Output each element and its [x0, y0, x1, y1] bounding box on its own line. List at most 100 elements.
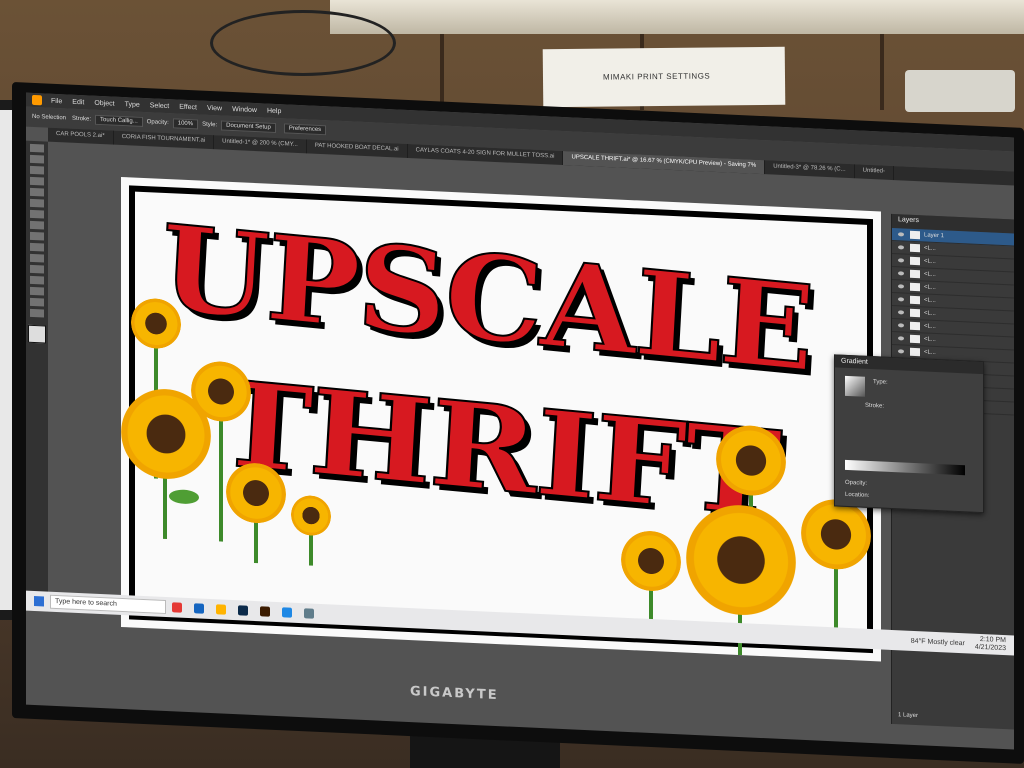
- zoom-tool-icon[interactable]: [30, 308, 44, 318]
- visibility-eye-icon[interactable]: [898, 297, 904, 302]
- gradient-type-label: Type:: [873, 379, 888, 386]
- gradient-panel: Gradient Type: Stroke: Opacity: Location…: [834, 354, 984, 514]
- pen-tool-icon[interactable]: [30, 165, 44, 175]
- sunflower-head: [131, 297, 181, 350]
- visibility-eye-icon[interactable]: [898, 336, 904, 341]
- photoshop-icon[interactable]: [238, 605, 248, 616]
- visibility-eye-icon[interactable]: [898, 232, 904, 237]
- selection-status: No Selection: [32, 113, 67, 122]
- layer-name: Layer 1: [924, 232, 945, 240]
- menu-file[interactable]: File: [51, 97, 62, 105]
- sunflower-head: [191, 360, 251, 423]
- menu-select[interactable]: Select: [150, 102, 169, 110]
- document-setup-button[interactable]: Document Setup: [221, 120, 276, 133]
- pencil-tool-icon[interactable]: [30, 220, 44, 230]
- fill-stroke-swatch[interactable]: [28, 324, 46, 344]
- selection-tool-icon[interactable]: [30, 143, 44, 153]
- illustrator-icon[interactable]: [260, 606, 270, 617]
- layers-count: 1 Layer: [898, 712, 919, 720]
- rectangle-tool-icon[interactable]: [30, 198, 44, 208]
- system-tray: 84°F Mostly clear 2:10 PM 4/21/2023: [911, 633, 1006, 653]
- sunflower: [801, 497, 871, 641]
- sunflower-head: [226, 461, 286, 525]
- menu-help[interactable]: Help: [267, 107, 281, 115]
- taskbar-search[interactable]: Type here to search: [50, 594, 166, 614]
- taskbar-app-icon[interactable]: [282, 607, 292, 618]
- visibility-eye-icon[interactable]: [898, 323, 904, 328]
- layer-thumbnail: [910, 230, 920, 240]
- sublayer-name: <L...: [924, 258, 936, 265]
- menu-object[interactable]: Object: [94, 99, 114, 107]
- settings-gear-icon[interactable]: [304, 608, 314, 619]
- visibility-eye-icon[interactable]: [898, 258, 904, 263]
- preferences-button[interactable]: Preferences: [283, 123, 327, 136]
- sublayer-name: <L...: [924, 271, 936, 278]
- sunflower-head: [621, 529, 681, 593]
- scale-tool-icon[interactable]: [30, 253, 44, 263]
- layer-thumbnail: [910, 269, 920, 279]
- clock-date: 4/21/2023: [974, 643, 1006, 653]
- sunflower-head: [801, 497, 871, 572]
- illustrator-window: File Edit Object Type Select Effect View…: [26, 92, 1014, 750]
- edge-icon[interactable]: [194, 603, 204, 614]
- cable: [210, 10, 396, 76]
- layer-thumbnail: [910, 334, 920, 344]
- artboard[interactable]: UPSCALE THRIFT: [121, 176, 881, 662]
- menu-window[interactable]: Window: [232, 105, 257, 113]
- sublayer-name: <L...: [924, 297, 936, 304]
- tab-untitled-1[interactable]: Untitled-1* @ 200 % (CMY...: [214, 135, 307, 154]
- menu-view[interactable]: View: [207, 104, 222, 112]
- menu-edit[interactable]: Edit: [72, 98, 84, 106]
- chrome-icon[interactable]: [172, 602, 182, 613]
- menu-effect[interactable]: Effect: [179, 103, 197, 111]
- layer-thumbnail: [910, 243, 920, 253]
- wall-thermostat: [905, 70, 1015, 112]
- tab-untitled-3[interactable]: Untitled-3* @ 78.26 % (C...: [765, 160, 855, 179]
- visibility-eye-icon[interactable]: [898, 245, 904, 250]
- gradient-tool-icon[interactable]: [30, 275, 44, 285]
- clock[interactable]: 2:10 PM 4/21/2023: [975, 636, 1006, 653]
- width-tool-icon[interactable]: [30, 264, 44, 274]
- type-tool-icon[interactable]: [30, 176, 44, 186]
- layer-thumbnail: [910, 256, 920, 266]
- opacity-field[interactable]: 100%: [172, 118, 199, 130]
- sunflower: [621, 529, 681, 633]
- visibility-eye-icon[interactable]: [898, 310, 904, 315]
- visibility-eye-icon[interactable]: [898, 349, 904, 354]
- gradient-slider[interactable]: [845, 459, 965, 476]
- sublayer-name: <L...: [924, 284, 936, 291]
- sunflower-head: [716, 423, 786, 498]
- sublayer-name: <L...: [924, 336, 936, 343]
- sublayer-name: <L...: [924, 310, 936, 317]
- wall-note-text: MIMAKI PRINT SETTINGS: [602, 71, 711, 82]
- sunflower-stem: [219, 411, 223, 542]
- file-explorer-icon[interactable]: [216, 604, 226, 615]
- tab-car-pools[interactable]: CAR POOLS 2.ai*: [48, 127, 114, 145]
- weather-status[interactable]: 84°F Mostly clear: [911, 637, 965, 646]
- eraser-tool-icon[interactable]: [30, 231, 44, 241]
- layer-thumbnail: [910, 308, 920, 318]
- hand-tool-icon[interactable]: [30, 297, 44, 307]
- menu-type[interactable]: Type: [125, 101, 140, 109]
- gradient-opacity-label: Opacity:: [845, 479, 868, 487]
- gradient-location-label: Location:: [845, 491, 870, 499]
- line-tool-icon[interactable]: [30, 187, 44, 197]
- sunflower: [291, 494, 331, 567]
- eyedropper-tool-icon[interactable]: [30, 286, 44, 296]
- opacity-label: Opacity:: [146, 119, 169, 127]
- brush-dropdown[interactable]: Touch Callig...: [95, 114, 143, 127]
- gradient-swatch[interactable]: [845, 375, 865, 397]
- windows-start-icon[interactable]: [34, 595, 44, 607]
- visibility-eye-icon[interactable]: [898, 271, 904, 276]
- sublayer-name: <L...: [924, 323, 936, 330]
- tab-untitled[interactable]: Untitled-: [854, 164, 894, 181]
- paintbrush-tool-icon[interactable]: [30, 209, 44, 219]
- rotate-tool-icon[interactable]: [30, 242, 44, 252]
- visibility-eye-icon[interactable]: [898, 284, 904, 289]
- layer-thumbnail: [910, 295, 920, 305]
- layer-thumbnail: [910, 321, 920, 331]
- layer-thumbnail: [910, 347, 920, 357]
- sublayer-name: <L...: [924, 245, 936, 252]
- direct-selection-tool-icon[interactable]: [30, 154, 44, 164]
- wall-note: MIMAKI PRINT SETTINGS: [542, 46, 786, 108]
